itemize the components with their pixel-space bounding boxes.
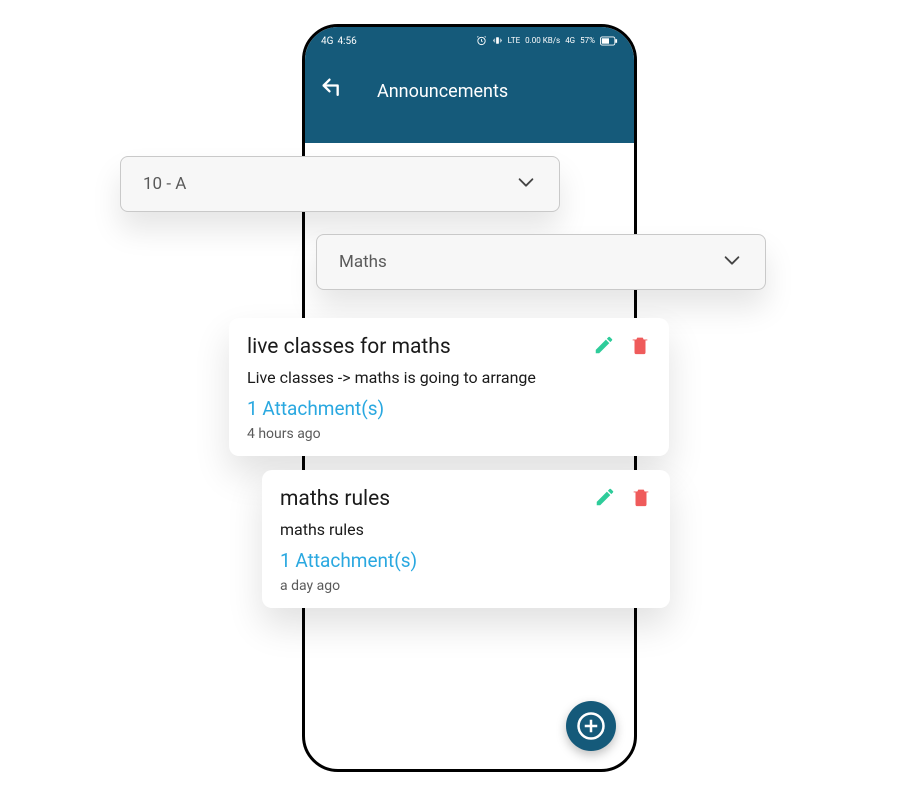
delete-icon[interactable] bbox=[629, 334, 651, 360]
attachments-link[interactable]: 1 Attachment(s) bbox=[280, 549, 652, 572]
status-left: 4G 4:56 bbox=[321, 36, 357, 47]
net-speed: 0.00 KB/s bbox=[525, 37, 560, 45]
card-header-row: maths rules bbox=[280, 486, 652, 512]
attachments-link[interactable]: 1 Attachment(s) bbox=[247, 397, 651, 420]
announcement-card: live classes for maths Live classes -> m… bbox=[229, 318, 669, 456]
status-bar: 4G 4:56 LTE 0.00 KB/s 4G 57% bbox=[305, 27, 634, 55]
battery-icon bbox=[600, 36, 618, 46]
vibrate-icon bbox=[492, 35, 503, 48]
announcement-card: maths rules maths rules 1 Attachment(s) … bbox=[262, 470, 670, 608]
signal-label: 4G bbox=[321, 36, 333, 47]
chevron-down-icon bbox=[721, 249, 743, 275]
card-title: maths rules bbox=[280, 487, 390, 511]
net-lte: LTE bbox=[508, 37, 521, 45]
alarm-icon bbox=[476, 35, 487, 48]
card-title: live classes for maths bbox=[247, 335, 451, 359]
card-body: Live classes -> maths is going to arrang… bbox=[247, 368, 651, 387]
status-right: LTE 0.00 KB/s 4G 57% bbox=[476, 35, 618, 48]
edit-icon[interactable] bbox=[594, 486, 616, 512]
subject-dropdown[interactable]: Maths bbox=[316, 234, 766, 290]
chevron-down-icon bbox=[515, 171, 537, 197]
subject-dropdown-label: Maths bbox=[339, 252, 387, 272]
page-title: Announcements bbox=[377, 81, 508, 102]
card-actions bbox=[594, 486, 652, 512]
class-dropdown[interactable]: 10 - A bbox=[120, 156, 560, 212]
time-label: 4:56 bbox=[337, 36, 356, 47]
card-header-row: live classes for maths bbox=[247, 334, 651, 360]
delete-icon[interactable] bbox=[630, 486, 652, 512]
class-dropdown-label: 10 - A bbox=[143, 174, 186, 194]
net-4g: 4G bbox=[565, 37, 575, 45]
back-icon[interactable] bbox=[319, 75, 347, 107]
app-header: Announcements bbox=[305, 55, 634, 143]
card-timestamp: 4 hours ago bbox=[247, 426, 651, 442]
add-button[interactable] bbox=[566, 701, 616, 751]
card-timestamp: a day ago bbox=[280, 578, 652, 594]
edit-icon[interactable] bbox=[593, 334, 615, 360]
battery-label: 57% bbox=[580, 37, 595, 45]
card-actions bbox=[593, 334, 651, 360]
card-body: maths rules bbox=[280, 520, 652, 539]
